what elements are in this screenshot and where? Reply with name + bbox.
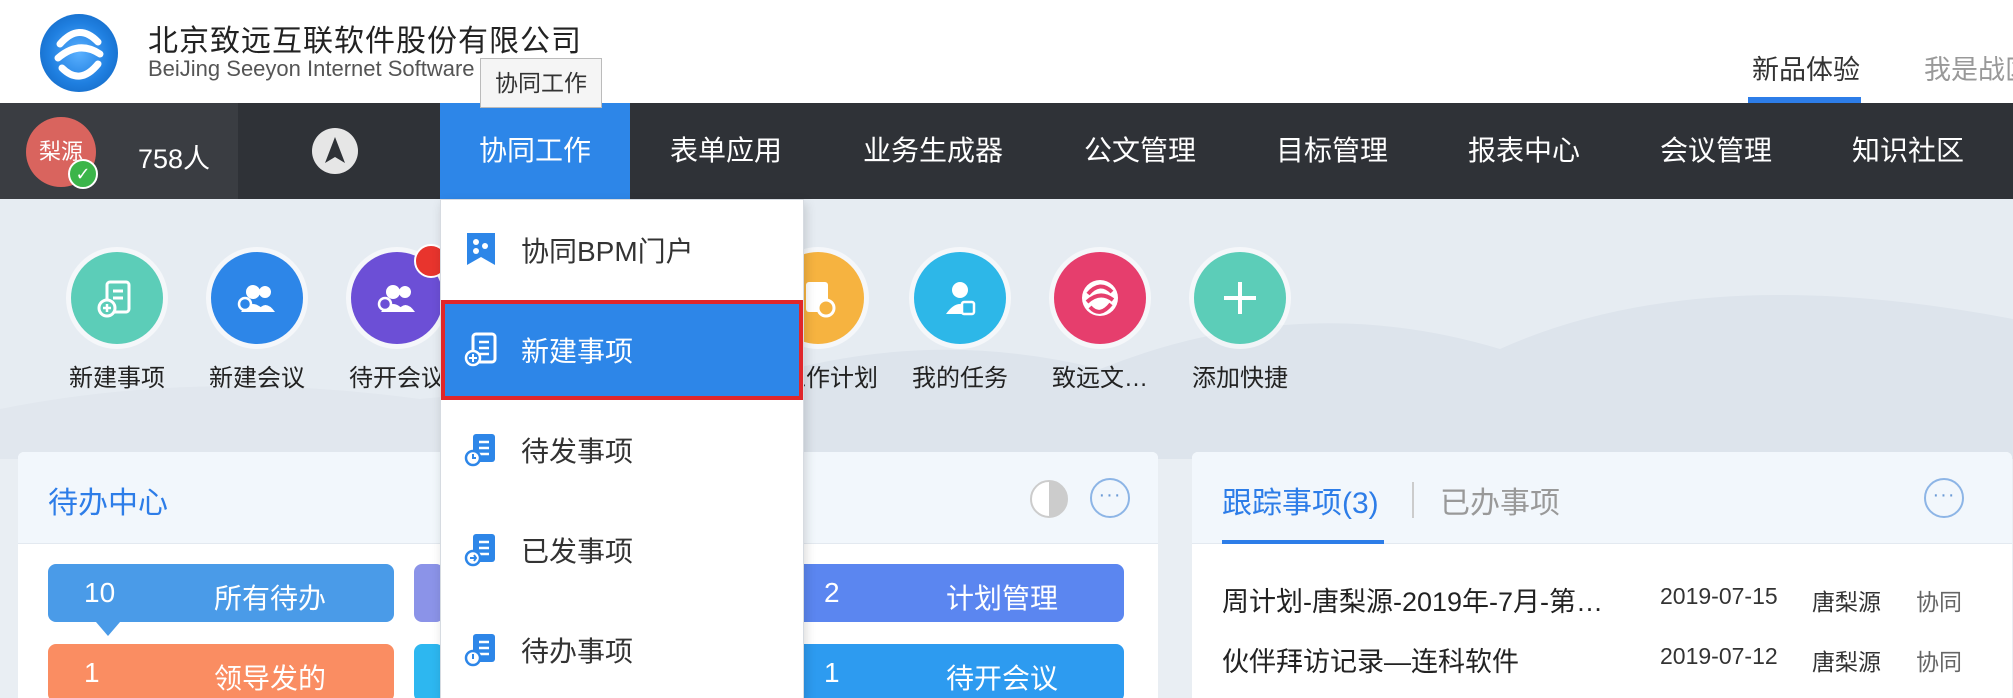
shortcut-label: 新建事项: [69, 365, 165, 392]
shortcut-label: 添加快捷: [1192, 365, 1288, 392]
tab-done[interactable]: 已办事项: [1440, 478, 1560, 522]
add-shortcut-icon: [1194, 252, 1286, 344]
main-nav: 梨源 ✓ 758人 协同工作 表单应用 业务生成器 公文管理 目标管理 报表中心…: [0, 103, 2013, 199]
company-name-en: BeiJing Seeyon Internet Software: [148, 56, 475, 81]
shortcut-label: 致远文…: [1052, 365, 1148, 392]
new-item-icon: [463, 331, 499, 372]
todo-tile-pending-meeting[interactable]: 1 待开会议: [794, 644, 1124, 698]
pending-send-icon: [463, 431, 499, 472]
track-item-date: 2019-07-12: [1660, 643, 1778, 669]
track-item-title[interactable]: 伙伴拜访记录—连科软件: [1222, 640, 1519, 679]
seeyon-culture-icon: [1054, 252, 1146, 344]
more-icon[interactable]: ···: [1924, 478, 1964, 518]
tile-label: 计划管理: [946, 583, 1059, 614]
sent-items-icon: [463, 531, 499, 572]
menu-item-label: 待发事项: [521, 436, 634, 467]
nav-item-document-mgmt[interactable]: 公文管理: [1044, 103, 1236, 199]
track-item-type: 协同: [1916, 649, 1962, 675]
tab-separator: [1412, 482, 1414, 518]
track-item-person: 唐梨源: [1812, 649, 1881, 675]
more-icon[interactable]: ···: [1090, 478, 1130, 518]
panel-title: 待办中心: [48, 487, 168, 520]
menu-item-label: 新建事项: [521, 336, 634, 367]
theme-toggle-icon[interactable]: [1030, 480, 1068, 518]
app-header: 北京致远互联软件股份有限公司 BeiJing Seeyon Internet S…: [0, 0, 2013, 103]
tile-label: 所有待办: [214, 583, 327, 614]
panel-header: 跟踪事项(3) 已办事项 ···: [1192, 452, 2012, 544]
nav-item-goal-mgmt[interactable]: 目标管理: [1236, 103, 1428, 199]
nav-item-meeting-mgmt[interactable]: 会议管理: [1620, 103, 1812, 199]
todo-tile-leader[interactable]: 1 领导发的: [48, 644, 394, 698]
tile-label: 待开会议: [946, 663, 1059, 694]
nav-item-knowledge[interactable]: 知识社区: [1812, 103, 2004, 199]
shortcut-new-item[interactable]: 新建事项: [47, 252, 187, 393]
track-item-person: 唐梨源: [1812, 589, 1881, 615]
my-task-icon: [914, 252, 1006, 344]
menu-item-bpm-portal[interactable]: 协同BPM门户: [441, 200, 803, 300]
compass-icon[interactable]: [312, 128, 358, 174]
people-count: 758人: [138, 144, 211, 174]
shortcut-my-task[interactable]: 我的任务: [890, 252, 1030, 393]
nav-item-report-center[interactable]: 报表中心: [1428, 103, 1620, 199]
tab-tracking[interactable]: 跟踪事项(3): [1222, 478, 1379, 522]
tile-pointer: [96, 622, 120, 636]
seeyon-logo-icon[interactable]: [40, 14, 118, 92]
shortcut-new-meeting[interactable]: 新建会议: [187, 252, 327, 393]
new-meeting-icon: [211, 252, 303, 344]
new-item-icon: [71, 252, 163, 344]
todo-tile-all[interactable]: 10 所有待办: [48, 564, 394, 622]
tab-active-indicator: [1222, 540, 1384, 544]
tile-label: 领导发的: [214, 663, 327, 694]
user-area[interactable]: 梨源 ✓ 758人: [0, 103, 238, 199]
menu-item-label: 待办事项: [521, 636, 634, 667]
menu-item-label: 协同BPM门户: [521, 236, 694, 267]
nav-tooltip: 协同工作: [480, 58, 602, 108]
track-item-type: 协同: [1916, 589, 1962, 615]
track-item-title[interactable]: 周计划-唐梨源-2019年-7月-第…: [1222, 580, 1603, 619]
online-check-icon: ✓: [68, 159, 98, 189]
todo-tile-plan[interactable]: 2 计划管理: [794, 564, 1124, 622]
tile-count: 1: [824, 657, 840, 688]
shortcut-label: 新建会议: [209, 365, 305, 392]
bpm-portal-icon: [463, 231, 499, 272]
track-item-date: 2019-07-15: [1660, 583, 1778, 609]
tab-new-product[interactable]: 新品体验: [1752, 48, 1860, 87]
menu-item-sent[interactable]: 已发事项: [441, 500, 803, 600]
nav-item-business-builder[interactable]: 业务生成器: [822, 103, 1044, 199]
menu-item-new-item[interactable]: 新建事项: [441, 300, 803, 400]
shortcut-seeyon-culture[interactable]: 致远文…: [1030, 252, 1170, 393]
tile-count: 2: [824, 577, 840, 608]
tile-count: 1: [84, 657, 100, 688]
collaboration-dropdown-menu: 协同BPM门户 新建事项 待发事项 已发事项 待办事项: [440, 199, 804, 698]
tile-count: 10: [84, 577, 116, 608]
menu-item-todo[interactable]: 待办事项: [441, 600, 803, 698]
todo-items-icon: [463, 631, 499, 672]
shortcut-add[interactable]: 添加快捷: [1170, 252, 1310, 393]
menu-item-pending-send[interactable]: 待发事项: [441, 400, 803, 500]
nav-item-collaboration[interactable]: 协同工作: [440, 103, 630, 199]
nav-item-form-app[interactable]: 表单应用: [630, 103, 822, 199]
menu-item-label: 已发事项: [521, 536, 634, 567]
shortcut-label: 我的任务: [912, 365, 1008, 392]
tab-war-zone[interactable]: 我是战区: [1924, 48, 2013, 87]
company-name-cn: 北京致远互联软件股份有限公司: [148, 25, 582, 58]
